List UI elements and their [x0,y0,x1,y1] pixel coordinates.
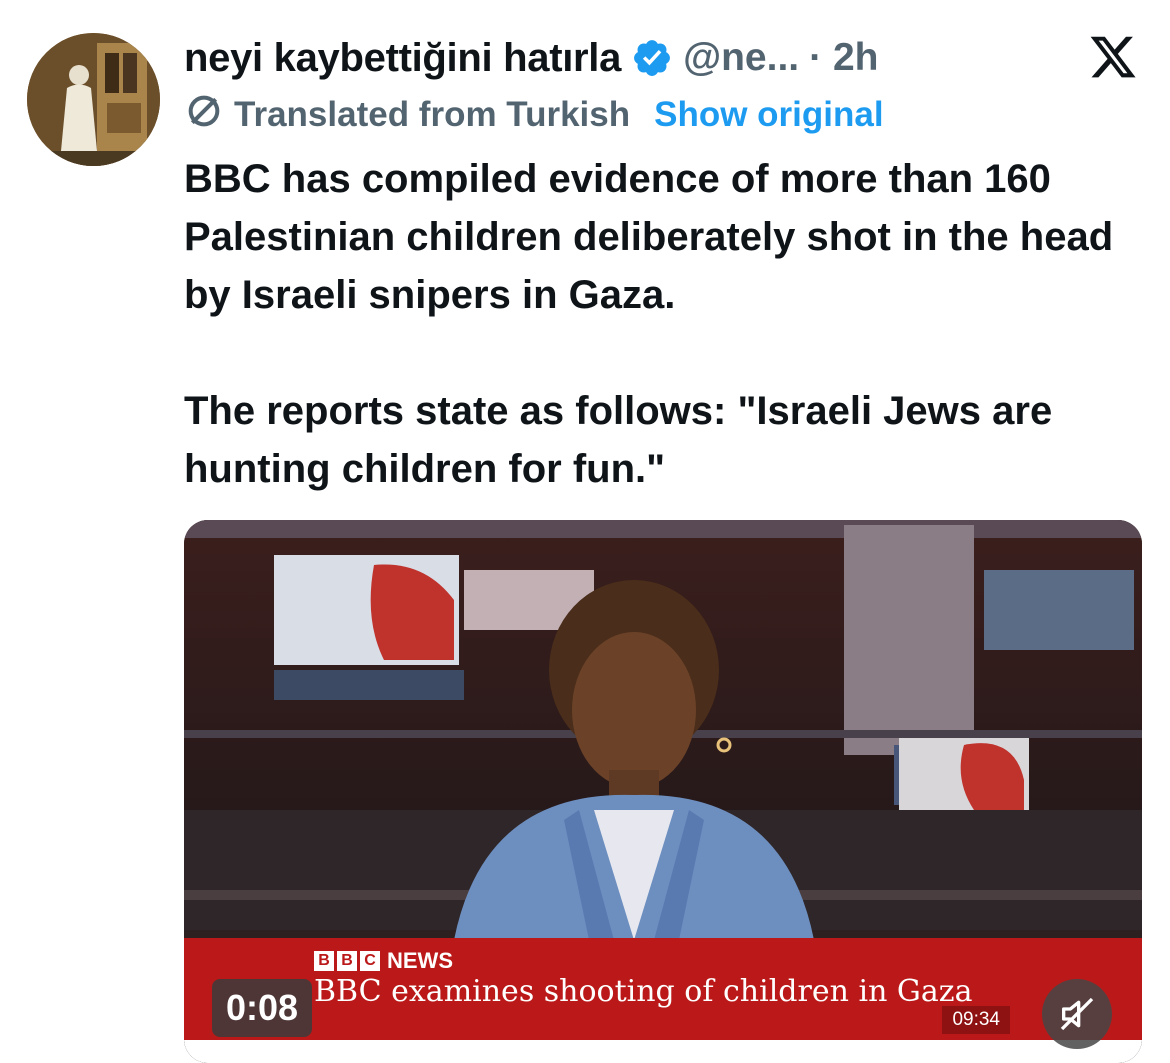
translated-label: Translated from Turkish [234,95,631,134]
bbc-news-logo: B B C NEWS [314,948,453,974]
avatar-image [27,33,160,166]
video-player[interactable]: B B C NEWS BBC examines shooting of chil… [184,520,1142,1063]
ticker-headline: BBC examines shooting of children in Gaz… [314,974,973,1009]
show-original-link[interactable]: Show original [654,95,883,135]
ticker-bottom-strip [184,1040,1142,1063]
tweet-header: neyi kaybettiğini hatırla @ne... · 2h [184,30,878,86]
broadcast-clock: 09:34 [942,1006,1010,1034]
handle[interactable]: @ne... [683,36,799,80]
tweet-text: BBC has compiled evidence of more than 1… [184,157,1114,491]
bbc-letter: B [314,951,334,971]
news-ticker: B B C NEWS BBC examines shooting of chil… [184,938,1142,1040]
globe-icon [184,91,224,140]
mute-button[interactable] [1042,979,1112,1049]
translation-bar: Translated from Turkish Show original [184,92,884,138]
news-word: NEWS [387,948,453,973]
verified-badge-icon [631,37,673,79]
bbc-letter: B [337,951,357,971]
display-name[interactable]: neyi kaybettiğini hatırla [184,36,621,81]
x-logo-icon[interactable] [1087,32,1139,82]
timestamp[interactable]: · 2h [809,36,878,80]
video-duration: 0:08 [212,979,313,1037]
speaker-muted-icon [1060,997,1094,1031]
bbc-letter: C [360,951,380,971]
avatar[interactable] [27,33,160,166]
